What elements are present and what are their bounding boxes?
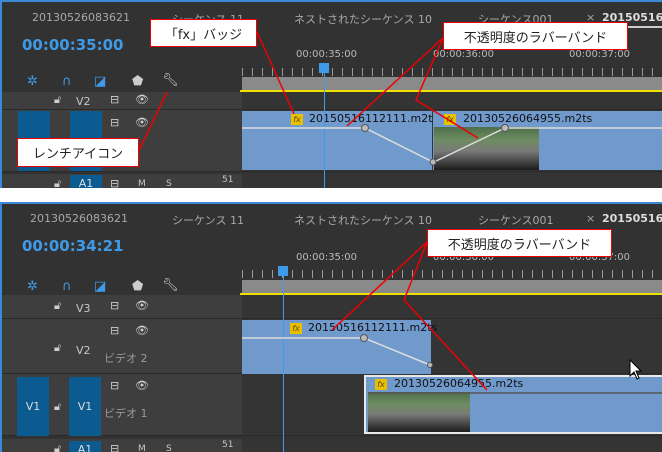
callout-wrench: レンチアイコン [17, 138, 139, 167]
timeline-panel-bottom: 20130526083621 シーケンス 11 ネストされたシーケンス 10 シ… [0, 202, 662, 452]
mouse-cursor-icon [629, 358, 643, 380]
timeline-panel-top: 20130526083621 シーケンス 11 ネストされたシーケンス 10 シ… [0, 0, 662, 188]
callout-fx-badge: 「fx」バッジ [150, 19, 257, 47]
callout-rubber-band: 不透明度のラバーバンド [427, 229, 612, 257]
callout-rubber-band: 不透明度のラバーバンド [443, 22, 628, 50]
